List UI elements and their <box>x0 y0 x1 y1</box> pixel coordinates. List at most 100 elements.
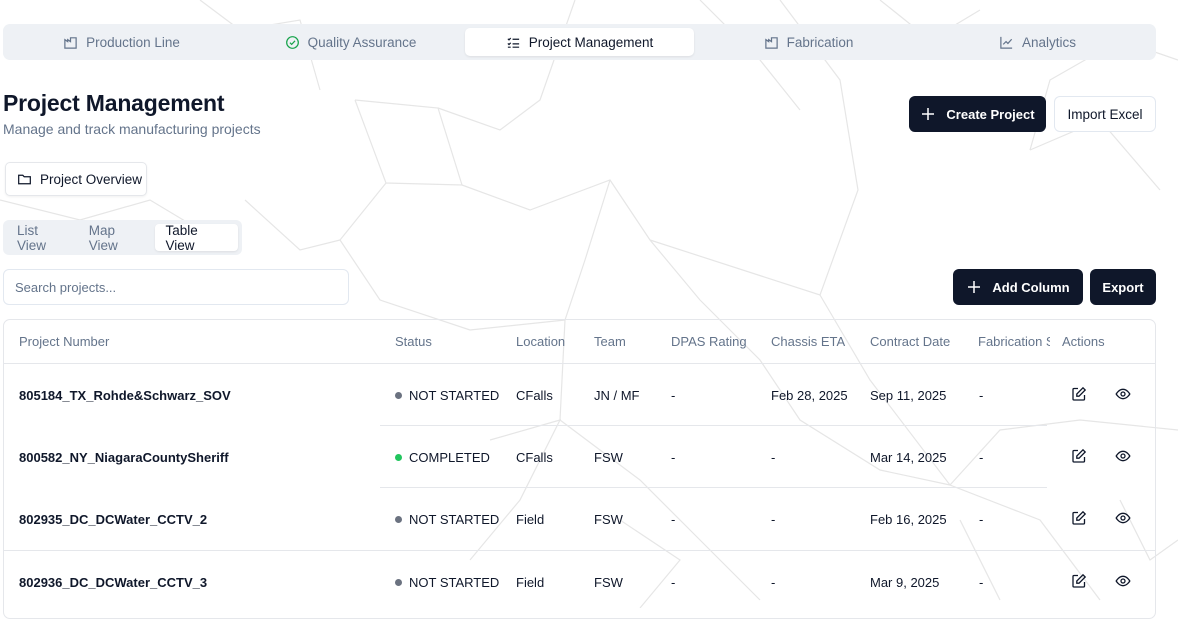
tab-fabrication[interactable]: Fabrication <box>694 28 923 56</box>
location: Field <box>516 575 545 590</box>
check-circle-icon <box>285 35 299 49</box>
status-text: NOT STARTED <box>409 575 500 590</box>
chassis-eta: Feb 28, 2025 <box>771 388 848 403</box>
tab-label: Analytics <box>1021 34 1077 50</box>
view-button[interactable] <box>1115 510 1133 528</box>
list-view-tab[interactable]: List View <box>7 223 79 253</box>
tab-label: Fabrication <box>786 34 854 50</box>
tab-label: Quality Assurance <box>307 34 417 50</box>
status-text: COMPLETED <box>409 450 490 465</box>
add-column-label: Add Column <box>992 279 1070 295</box>
contract-date: Sep 11, 2025 <box>870 388 947 403</box>
search-input[interactable] <box>3 269 349 305</box>
create-project-label: Create Project <box>946 106 1035 122</box>
edit-icon <box>1072 386 1087 401</box>
status-badge: NOT STARTED <box>395 575 499 590</box>
plus-icon <box>922 108 935 120</box>
dpas-rating: - <box>671 388 676 403</box>
contract-date: Feb 16, 2025 <box>870 512 947 527</box>
view-button[interactable] <box>1115 573 1133 591</box>
page-title: Project Management <box>3 90 225 116</box>
export-label: Export <box>1102 279 1144 295</box>
edit-button[interactable] <box>1071 386 1089 404</box>
table-view-tab[interactable]: Table View <box>155 223 238 253</box>
tab-label: Project Management <box>528 34 654 50</box>
status-badge: COMPLETED <box>395 450 490 465</box>
team: FSW <box>594 450 623 465</box>
view-button[interactable] <box>1115 386 1133 404</box>
tab-label: Production Line <box>86 34 180 50</box>
table-row: 800582_NY_NiagaraCountySheriff COMPLETED… <box>4 426 1155 488</box>
column-header-dpas-rating[interactable]: DPAS Rating <box>671 334 747 349</box>
tab-analytics[interactable]: Analytics <box>923 28 1152 56</box>
line-chart-icon <box>1000 36 1013 49</box>
team: FSW <box>594 575 623 590</box>
projects-table: Project Number Status Location Team DPAS… <box>3 319 1156 619</box>
edit-button[interactable] <box>1071 448 1089 466</box>
project-number[interactable]: 802935_DC_DCWater_CCTV_2 <box>19 512 207 527</box>
table-row: 802936_DC_DCWater_CCTV_3 NOT STARTED Fie… <box>4 551 1155 613</box>
column-header-team[interactable]: Team <box>594 334 626 349</box>
view-switcher: List View Map View Table View <box>3 220 242 255</box>
status-text: NOT STARTED <box>409 512 500 527</box>
eye-icon <box>1115 450 1131 462</box>
edit-icon <box>1072 573 1087 588</box>
dpas-rating: - <box>671 512 676 527</box>
status-dot <box>395 579 402 586</box>
eye-icon <box>1115 388 1131 400</box>
tab-project-management[interactable]: Project Management <box>465 28 694 56</box>
dpas-rating: - <box>671 450 676 465</box>
column-header-fabrication[interactable]: Fabrication S <box>978 334 1050 349</box>
create-project-button[interactable]: Create Project <box>909 96 1046 132</box>
edit-button[interactable] <box>1071 510 1089 528</box>
edit-icon <box>1072 510 1087 525</box>
contract-date: Mar 14, 2025 <box>870 450 947 465</box>
column-header-status[interactable]: Status <box>395 334 432 349</box>
status-dot <box>395 516 402 523</box>
status-badge: NOT STARTED <box>395 388 499 403</box>
list-checks-icon <box>507 37 519 48</box>
column-header-actions: Actions <box>1062 334 1105 349</box>
location: CFalls <box>516 450 553 465</box>
chassis-eta: - <box>771 450 776 465</box>
eye-icon <box>1115 512 1131 524</box>
module-tabs: Production Line Quality Assurance Projec… <box>3 24 1156 60</box>
team: JN / MF <box>594 388 640 403</box>
add-column-button[interactable]: Add Column <box>953 269 1083 305</box>
project-overview-label: Project Overview <box>40 171 143 187</box>
status-text: NOT STARTED <box>409 388 500 403</box>
page-subtitle: Manage and track manufacturing projects <box>3 121 261 137</box>
tab-production-line[interactable]: Production Line <box>7 28 236 56</box>
export-button[interactable]: Export <box>1090 269 1156 305</box>
fabrication-status: - <box>979 575 984 590</box>
column-header-contract-date[interactable]: Contract Date <box>870 334 950 349</box>
import-excel-button[interactable]: Import Excel <box>1054 96 1156 132</box>
map-view-tab[interactable]: Map View <box>79 223 156 253</box>
chassis-eta: - <box>771 575 776 590</box>
project-number[interactable]: 800582_NY_NiagaraCountySheriff <box>19 450 229 465</box>
chassis-eta: - <box>771 512 776 527</box>
eye-icon <box>1115 575 1131 587</box>
table-row: 805184_TX_Rohde&Schwarz_SOV NOT STARTED … <box>4 364 1155 426</box>
fabrication-status: - <box>979 388 984 403</box>
table-row: 802935_DC_DCWater_CCTV_2 NOT STARTED Fie… <box>4 488 1155 550</box>
contract-date: Mar 9, 2025 <box>870 575 940 590</box>
dpas-rating: - <box>671 575 676 590</box>
status-dot <box>395 454 402 461</box>
column-header-chassis-eta[interactable]: Chassis ETA <box>771 334 845 349</box>
folder-icon <box>18 174 31 184</box>
project-overview-button[interactable]: Project Overview <box>5 162 147 196</box>
column-header-project-number[interactable]: Project Number <box>19 334 109 349</box>
project-number[interactable]: 802936_DC_DCWater_CCTV_3 <box>19 575 207 590</box>
factory-icon <box>764 36 778 49</box>
fabrication-status: - <box>979 450 984 465</box>
project-number[interactable]: 805184_TX_Rohde&Schwarz_SOV <box>19 388 231 403</box>
factory-icon <box>64 36 77 49</box>
tab-quality-assurance[interactable]: Quality Assurance <box>236 28 465 56</box>
column-header-location[interactable]: Location <box>516 334 565 349</box>
plus-icon <box>968 281 981 293</box>
location: Field <box>516 512 545 527</box>
status-badge: NOT STARTED <box>395 512 499 527</box>
view-button[interactable] <box>1115 448 1133 466</box>
edit-button[interactable] <box>1071 573 1089 591</box>
